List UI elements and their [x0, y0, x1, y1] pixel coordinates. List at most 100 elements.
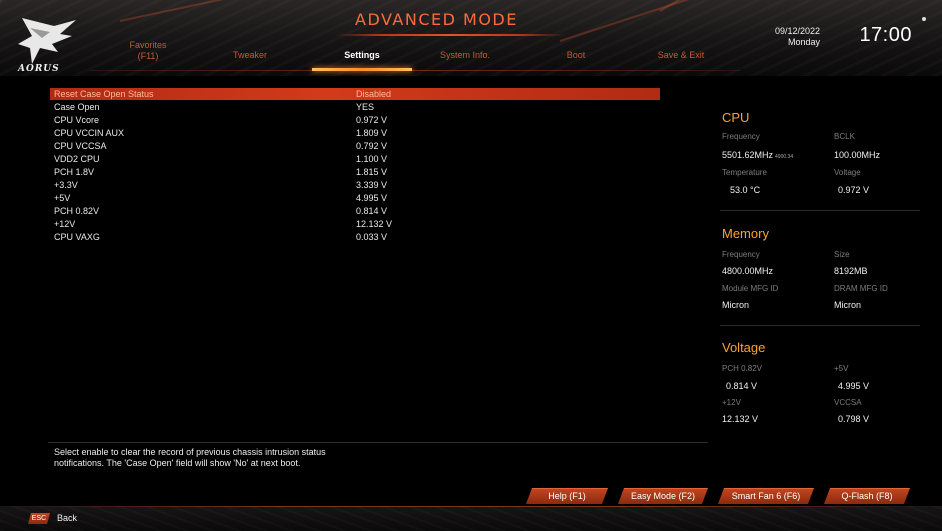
- voltage-vccsa-label: VCCSA: [834, 398, 862, 407]
- tab-favorites-label: Favorites: [129, 40, 167, 50]
- tab-favorites-key: (F11): [137, 51, 159, 61]
- setting-row-cpu-vccsa: CPU VCCSA 0.792 V: [50, 140, 660, 152]
- brand-text: AORUS: [18, 64, 60, 74]
- memory-size-value: 8192MB: [834, 266, 868, 276]
- help-line: Select enable to clear the record of pre…: [54, 447, 326, 457]
- memory-section-title: Memory: [722, 226, 769, 241]
- setting-value: 1.100 V: [356, 154, 388, 164]
- footer-texture: [0, 506, 942, 531]
- date-text: 09/12/2022: [774, 26, 820, 36]
- setting-row-vdd2-cpu: VDD2 CPU 1.100 V: [50, 153, 660, 165]
- setting-label: Reset Case Open Status: [54, 89, 154, 99]
- setting-row-cpu-vaxg: CPU VAXG 0.033 V: [50, 231, 660, 243]
- cpu-voltage-value: 0.972 V: [838, 185, 870, 195]
- header-bar: AORUS ADVANCED MODE 09/12/2022 Monday 17…: [0, 0, 942, 76]
- back-label[interactable]: Back: [57, 513, 77, 523]
- setting-row-pch-1-8v: PCH 1.8V 1.815 V: [50, 166, 660, 178]
- info-divider: [720, 210, 920, 211]
- memory-module-label: Module MFG ID: [722, 284, 779, 293]
- mode-title-underline: [335, 34, 565, 36]
- voltage-12v-value: 12.132 V: [722, 414, 759, 424]
- setting-value[interactable]: Disabled: [356, 89, 391, 99]
- setting-value: 4.995 V: [356, 193, 388, 203]
- tab-system-info[interactable]: System Info.: [430, 50, 500, 60]
- voltage-pch-value: 0.814 V: [726, 381, 758, 391]
- cpu-bclk-value: 100.00MHz: [834, 150, 881, 160]
- setting-label: PCH 0.82V: [54, 206, 100, 216]
- memory-dram-value: Micron: [834, 300, 862, 310]
- voltage-12v-label: +12V: [722, 398, 741, 407]
- help-description: Select enable to clear the record of pre…: [54, 447, 654, 469]
- tab-bar: Favorites (F11) Tweaker Settings System …: [90, 40, 740, 72]
- memory-frequency-label: Frequency: [722, 250, 760, 259]
- voltage-vccsa-value: 0.798 V: [838, 414, 870, 424]
- setting-row-case-open: Case Open YES: [50, 101, 660, 113]
- cpu-section-title: CPU: [722, 110, 750, 125]
- settings-dot-icon: [922, 17, 926, 21]
- setting-label: CPU Vcore: [54, 115, 100, 125]
- mode-title[interactable]: ADVANCED MODE: [355, 10, 518, 29]
- info-divider: [720, 325, 920, 326]
- bios-screen: AORUS ADVANCED MODE 09/12/2022 Monday 17…: [0, 0, 942, 531]
- help-button[interactable]: Help (F1): [526, 488, 608, 504]
- voltage-5v-value: 4.995 V: [838, 381, 870, 391]
- cpu-frequency-sub: 4900.34: [775, 154, 794, 160]
- cpu-bclk-label: BCLK: [834, 132, 855, 141]
- cpu-temperature-label: Temperature: [722, 168, 767, 177]
- tab-settings[interactable]: Settings: [332, 50, 392, 60]
- footer-bar: ESC Back: [0, 506, 942, 531]
- cpu-frequency-number: 5501.62MHz: [722, 150, 774, 160]
- setting-row-cpu-vccin-aux: CPU VCCIN AUX 1.809 V: [50, 127, 660, 139]
- setting-label: PCH 1.8V: [54, 167, 95, 177]
- cpu-voltage-label: Voltage: [834, 168, 861, 177]
- setting-label: Case Open: [54, 102, 100, 112]
- help-line: notifications. The 'Case Open' field wil…: [54, 458, 301, 468]
- help-divider: [48, 442, 708, 443]
- qflash-button[interactable]: Q-Flash (F8): [824, 488, 910, 504]
- setting-row-3-3v: +3.3V 3.339 V: [50, 179, 660, 191]
- setting-row-pch-0-82v: PCH 0.82V 0.814 V: [50, 205, 660, 217]
- day-text: Monday: [787, 37, 820, 47]
- easy-mode-button[interactable]: Easy Mode (F2): [618, 488, 708, 504]
- setting-row-cpu-vcore: CPU Vcore 0.972 V: [50, 114, 660, 126]
- tab-favorites[interactable]: Favorites (F11): [118, 40, 178, 62]
- setting-row-12v: +12V 12.132 V: [50, 218, 660, 230]
- setting-value: 0.972 V: [356, 115, 388, 125]
- cpu-frequency-label: Frequency: [722, 132, 760, 141]
- tab-baseline: [90, 70, 740, 71]
- memory-dram-label: DRAM MFG ID: [834, 284, 888, 293]
- tab-active-indicator: [312, 68, 412, 71]
- memory-frequency-value: 4800.00MHz: [722, 266, 774, 276]
- memory-module-value: Micron: [722, 300, 750, 310]
- voltage-5v-label: +5V: [834, 364, 849, 373]
- setting-value: 3.339 V: [356, 180, 388, 190]
- setting-label: +12V: [54, 219, 76, 229]
- setting-row-reset-case-open[interactable]: Reset Case Open Status Disabled: [50, 88, 660, 100]
- settings-list: Reset Case Open Status Disabled Case Ope…: [50, 86, 660, 446]
- tab-save-exit[interactable]: Save & Exit: [646, 50, 716, 60]
- setting-value: YES: [356, 102, 375, 112]
- setting-value: 12.132 V: [356, 219, 393, 229]
- memory-size-label: Size: [834, 250, 850, 259]
- smart-fan-button[interactable]: Smart Fan 6 (F6): [718, 488, 814, 504]
- setting-label: CPU VCCSA: [54, 141, 107, 151]
- setting-value: 0.033 V: [356, 232, 388, 242]
- setting-label: +3.3V: [54, 180, 78, 190]
- setting-value: 1.815 V: [356, 167, 388, 177]
- voltage-section-title: Voltage: [722, 340, 766, 355]
- cpu-frequency-value: 5501.62MHz 4900.34: [722, 150, 793, 160]
- tab-boot[interactable]: Boot: [546, 50, 606, 60]
- cpu-temperature-value: 53.0 °C: [730, 185, 761, 195]
- setting-value: 0.814 V: [356, 206, 388, 216]
- setting-label: CPU VCCIN AUX: [54, 128, 125, 138]
- voltage-pch-label: PCH 0.82V: [722, 364, 763, 373]
- setting-value: 1.809 V: [356, 128, 388, 138]
- time-text: 17:00: [859, 24, 912, 46]
- setting-label: +5V: [54, 193, 71, 203]
- esc-key-badge[interactable]: ESC: [28, 513, 50, 524]
- setting-value: 0.792 V: [356, 141, 388, 151]
- tab-tweaker[interactable]: Tweaker: [220, 50, 280, 60]
- setting-label: CPU VAXG: [54, 232, 100, 242]
- setting-row-5v: +5V 4.995 V: [50, 192, 660, 204]
- setting-label: VDD2 CPU: [54, 154, 100, 164]
